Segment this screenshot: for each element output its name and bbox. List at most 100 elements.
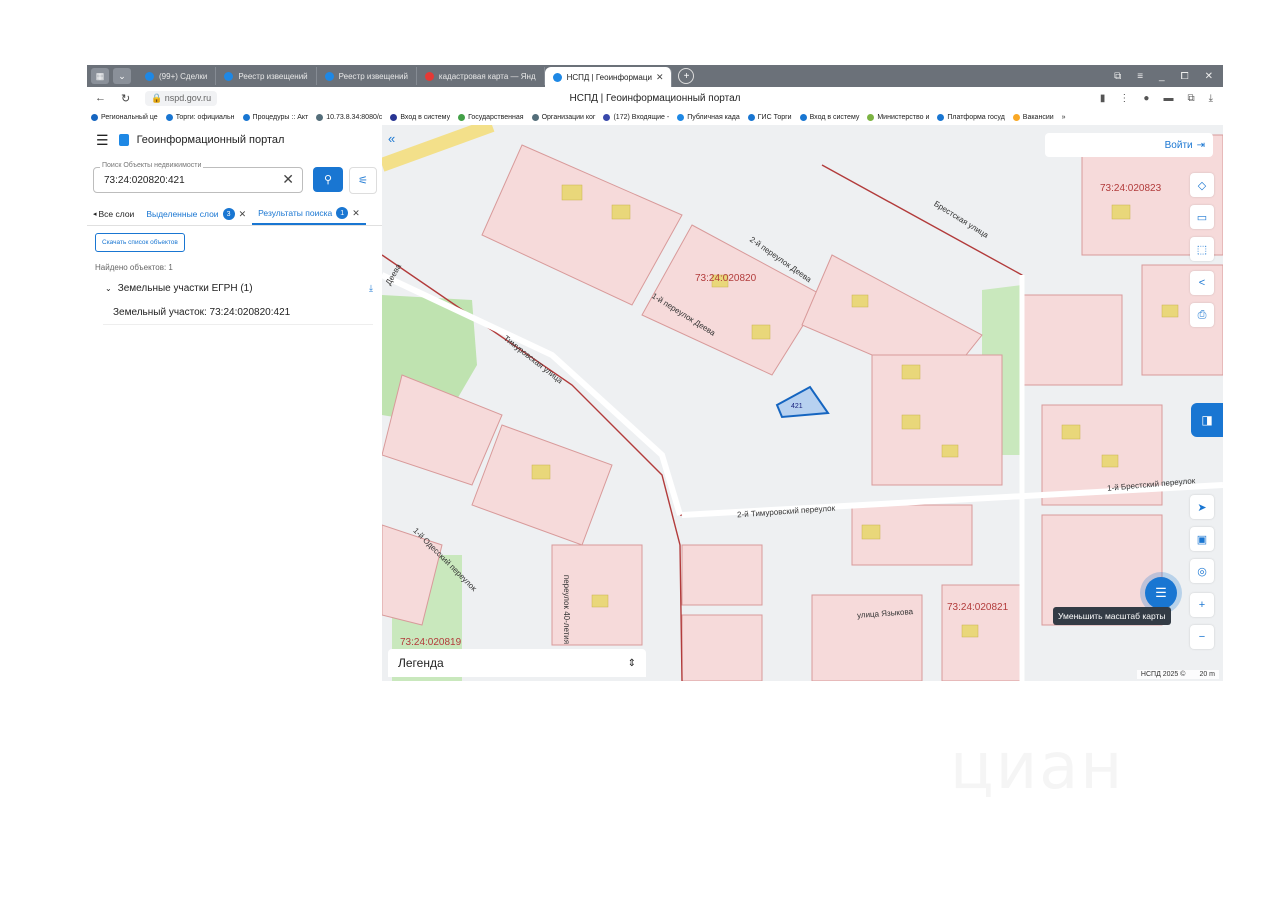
locate-button[interactable]: ➤ xyxy=(1190,495,1214,519)
more-bookmarks-icon[interactable]: » xyxy=(1058,114,1070,121)
download-list-button[interactable]: Скачать список объектов xyxy=(95,233,185,252)
collections-icon[interactable]: ⧉ xyxy=(1114,71,1121,82)
clear-icon[interactable]: ✕ xyxy=(282,171,294,188)
browser-menu-icon[interactable]: ▦ xyxy=(91,68,109,84)
minimize-icon[interactable]: _ xyxy=(1159,71,1165,82)
search-value: 73:24:020820:421 xyxy=(104,175,185,186)
bookmark-item[interactable]: Вакансии xyxy=(1009,113,1058,121)
menu-icon[interactable]: ≡ xyxy=(1137,71,1143,82)
bookmark-item[interactable]: Торги: официальн xyxy=(162,113,239,121)
more-icon[interactable]: ⋮ xyxy=(1119,93,1129,104)
share-button[interactable]: < xyxy=(1190,271,1214,295)
reload-icon[interactable]: ↻ xyxy=(121,92,139,105)
collapse-panel-icon[interactable]: « xyxy=(388,131,395,146)
select-area-button[interactable]: ⬚ xyxy=(1190,237,1214,261)
side-panel-icon: ◨ xyxy=(1201,413,1213,427)
tab-nspd[interactable]: НСПД | Геоинформаци ✕ xyxy=(544,67,673,87)
search-input[interactable]: Поиск Объекты недвижимости 73:24:020820:… xyxy=(93,162,303,193)
share-icon: < xyxy=(1198,277,1206,289)
hamburger-icon[interactable]: ☰ xyxy=(96,132,109,149)
layers-icon: ◇ xyxy=(1197,179,1207,192)
bookmark-icon xyxy=(867,113,875,121)
group-label: Земельные участки ЕГРН (1) xyxy=(117,283,253,294)
bookmark-item[interactable]: (172) Входящие - xyxy=(599,113,673,121)
cian-watermark: циан xyxy=(950,730,1125,804)
vpn-icon[interactable]: ▬ xyxy=(1163,93,1173,104)
portal-logo-icon xyxy=(118,134,129,146)
page-title: НСПД | Геоинформационный портал xyxy=(569,92,741,104)
bookmark-item[interactable]: Организации ког xyxy=(528,113,600,121)
bookmark-item[interactable]: Региональный це xyxy=(87,113,162,121)
tab-all-layers[interactable]: ◂ Все слои xyxy=(87,203,140,225)
expand-icon: ⇕ xyxy=(627,657,636,669)
bookmark-item[interactable]: 10.73.8.34:8080/c xyxy=(312,113,386,121)
navigation-icon: ➤ xyxy=(1197,501,1207,514)
bookmark-icon xyxy=(165,113,173,121)
print-button[interactable]: ⎙ xyxy=(1190,303,1214,327)
bookmark-icon xyxy=(937,113,945,121)
tab-yandex-map[interactable]: кадастровая карта — Янд xyxy=(417,67,545,85)
url-field[interactable]: 🔒 nspd.gov.ru xyxy=(145,90,218,106)
close-tab-icon[interactable]: ✕ xyxy=(656,72,664,83)
geolocation-button[interactable]: ◎ xyxy=(1190,559,1214,583)
side-panel-handle[interactable]: ◨ xyxy=(1191,403,1223,437)
map-view[interactable]: 421 « 73:24:020820 73:24:020823 73:24:02… xyxy=(382,125,1223,681)
bookmark-item[interactable]: Вход в систему xyxy=(386,113,454,121)
minus-icon: − xyxy=(1198,631,1206,643)
map-canvas[interactable]: 421 xyxy=(382,125,1223,681)
plus-icon: + xyxy=(1198,599,1206,611)
close-icon[interactable]: ✕ xyxy=(352,208,360,219)
address-actions: ▮ ⋮ ● ▬ ⧉ ⤓ xyxy=(1100,93,1223,104)
tab-deals[interactable]: (99+) Сделки xyxy=(137,67,217,85)
zoom-in-button[interactable]: + xyxy=(1190,593,1214,617)
tab-search-results[interactable]: Результаты поиска 1 ✕ xyxy=(252,203,366,225)
bookmark-item[interactable]: Министерство и xyxy=(863,113,933,121)
download-icon[interactable]: ⤓ xyxy=(1209,93,1213,104)
bookmark-item[interactable]: ГИС Торги xyxy=(744,113,796,121)
tab-registry-2[interactable]: Реестр извещений xyxy=(317,67,417,85)
bookmark-icon[interactable]: ▮ xyxy=(1100,93,1106,104)
layers-button[interactable]: ◇ xyxy=(1190,173,1214,197)
bookmark-item[interactable]: Платформа госуд xyxy=(933,113,1008,121)
tab-favicon-icon xyxy=(224,71,234,81)
cadastral-label: 73:24:020819 xyxy=(400,637,462,648)
tab-selected-layers[interactable]: Выделенные слои 3 ✕ xyxy=(140,203,252,225)
download-icon[interactable]: ⤓ xyxy=(369,283,373,294)
tab-registry-1[interactable]: Реестр извещений xyxy=(216,67,317,85)
tab-strip: ▦ ⌄ (99+) Сделки Реестр извещений Реестр… xyxy=(87,65,1223,87)
bookmark-item[interactable]: Вход в систему xyxy=(796,113,864,121)
result-item[interactable]: Земельный участок: 73:24:020820:421 xyxy=(103,301,373,325)
zoom-out-button[interactable]: − xyxy=(1190,625,1214,649)
tabs-dropdown-icon[interactable]: ⌄ xyxy=(113,68,131,84)
result-group[interactable]: ⌄ Земельные участки ЕГРН (1) ⤓ xyxy=(105,283,373,294)
ruler-button[interactable]: ▭ xyxy=(1190,205,1214,229)
bookmark-item[interactable]: Процедуры :: Акт xyxy=(239,113,313,121)
selected-parcel-label: 421 xyxy=(791,403,803,410)
close-window-icon[interactable]: ✕ xyxy=(1205,71,1213,82)
close-icon[interactable]: ✕ xyxy=(239,209,247,220)
login-button[interactable]: Войти ⇥ xyxy=(1045,133,1213,157)
search-icon: ⚲ xyxy=(323,174,333,186)
bookmark-icon xyxy=(747,113,755,121)
new-tab-icon[interactable]: + xyxy=(678,68,695,84)
map-menu-fab[interactable]: ☰ xyxy=(1145,577,1177,609)
bookmark-icon xyxy=(677,113,685,121)
legend-panel[interactable]: Легенда ⇕ xyxy=(388,649,646,677)
bookmark-icon xyxy=(531,113,539,121)
restore-icon[interactable]: ⧠ xyxy=(1181,71,1189,82)
found-count: Найдено объектов: 1 xyxy=(95,263,173,272)
bookmark-item[interactable]: Публичная када xyxy=(673,113,744,121)
map-footer: НСПД 2025 © 20 m xyxy=(1136,670,1219,679)
bookmark-item[interactable]: Государственная xyxy=(454,113,528,121)
copyright: НСПД 2025 © xyxy=(1140,671,1186,678)
minimap-button[interactable]: ▣ xyxy=(1190,527,1214,551)
share-icon[interactable]: ⧉ xyxy=(1187,93,1194,104)
filter-button[interactable]: ⚟ xyxy=(349,167,377,194)
search-label: Поиск Объекты недвижимости xyxy=(100,162,204,169)
back-icon[interactable]: ← xyxy=(95,92,113,104)
extension-icon[interactable]: ● xyxy=(1143,93,1149,104)
search-button[interactable]: ⚲ xyxy=(313,167,343,192)
portal-title: Геоинформационный портал xyxy=(136,134,285,146)
scale-bar: 20 m xyxy=(1199,671,1215,678)
tab-favicon-icon xyxy=(552,72,562,82)
